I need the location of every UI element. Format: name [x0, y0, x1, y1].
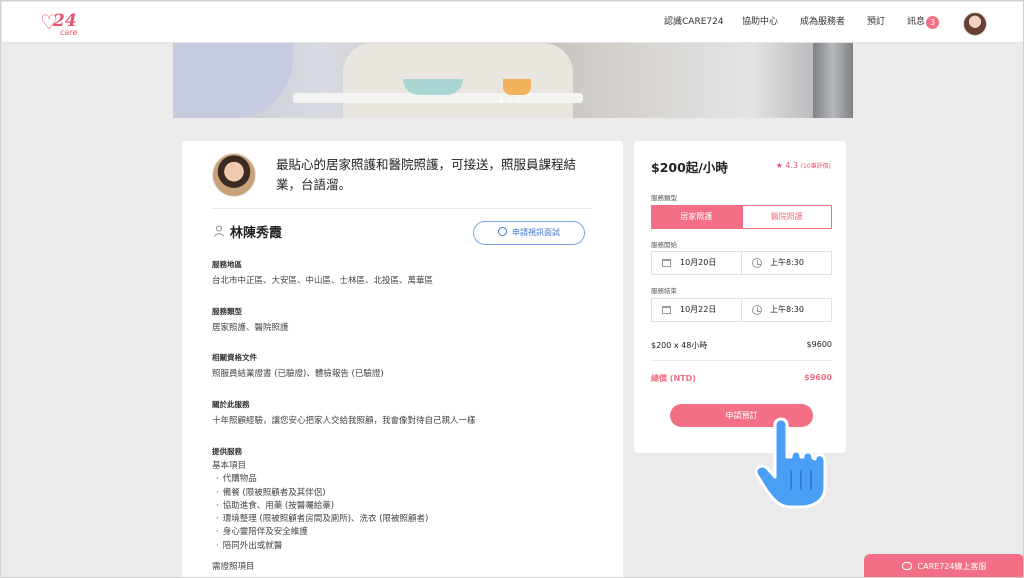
about-service-heading: 關於此服務 [212, 400, 250, 409]
user-avatar[interactable] [963, 12, 987, 36]
list-item: 環境整理 (限被照顧者房間及廁所)、洗衣 (限被照顧者) [212, 513, 429, 526]
list-item: 協助進食、用藥 (按醫囑給藥) [212, 500, 428, 513]
end-date-picker[interactable]: 10月22日 [652, 299, 741, 321]
clock-icon [752, 258, 762, 268]
service-type-heading: 服務類型 [212, 307, 242, 316]
booking-card: $200起/小時 ★ 4.3 (10筆評價) 服務類型 居家照護 醫院照護 服務… [634, 141, 846, 453]
hero-photo-curtain [813, 43, 853, 118]
video-interview-label: 申請視訊面試 [512, 228, 560, 237]
end-datetime: 10月22日 上午8:30 [651, 298, 832, 322]
hero-photo-caregiver [173, 43, 293, 118]
total-label: 總價 (NTD) [651, 374, 696, 383]
service-type-toggle: 居家照護 醫院照護 [651, 205, 832, 229]
video-interview-button[interactable]: 申請視訊面試 [473, 221, 585, 245]
person-icon [214, 225, 224, 237]
price-calc-value: $9600 [806, 340, 832, 349]
caregiver-profile-card: 最貼心的居家照護和醫院照護，可接送，照服員課程結業，台語溜。 林陳秀霞 申請視訊… [182, 141, 623, 577]
rating: ★ 4.3 (10筆評價) [776, 161, 831, 170]
end-time-picker[interactable]: 上午8:30 [741, 299, 831, 321]
chat-bubble-icon [901, 562, 912, 570]
calendar-icon [662, 259, 671, 267]
divider [212, 208, 592, 209]
carousel-dot[interactable] [508, 99, 512, 103]
start-datetime: 10月20日 上午8:30 [651, 251, 832, 275]
nav-messages[interactable]: 訊息 [907, 2, 925, 43]
hero-photo-bowl [403, 79, 463, 95]
online-support-chat-button[interactable]: CARE724線上客服 [864, 554, 1023, 577]
video-call-icon [498, 227, 507, 236]
home-care-option[interactable]: 居家照護 [651, 205, 742, 229]
hospital-care-option[interactable]: 醫院照護 [741, 205, 832, 229]
logo-subtext: care [60, 28, 78, 37]
hero-photo-cup [503, 79, 531, 95]
hero-carousel[interactable] [173, 43, 853, 118]
start-time-picker[interactable]: 上午8:30 [741, 252, 831, 274]
provided-services-list: 基本項目 代購物品 備餐 (限被照顧者及其伴侶) 協助進食、用藥 (按醫囑給藥)… [212, 460, 428, 574]
nav-help-center[interactable]: 協助中心 [742, 2, 778, 43]
end-date-value: 10月22日 [680, 305, 717, 314]
list-item: 身心靈陪伴及安全維護 [212, 526, 428, 539]
certified-items-title: 需證照項目 [212, 562, 255, 573]
chat-label: CARE724線上客服 [917, 562, 987, 571]
list-item: 陪同外出或就醫 [212, 540, 428, 553]
app-frame: ♡ 24 care 認識CARE724 協助中心 成為服務者 預訂 訊息 3 最… [0, 0, 1024, 578]
service-area-heading: 服務地區 [212, 260, 242, 269]
service-type-label: 服務類型 [651, 194, 677, 202]
end-time-value: 上午8:30 [770, 305, 804, 314]
top-nav-bar: ♡ 24 care 認識CARE724 協助中心 成為服務者 預訂 訊息 3 [2, 2, 1023, 43]
caregiver-avatar [212, 153, 256, 197]
list-item: 代購物品 [212, 473, 428, 486]
documents-text: 照服員結業證書 (已驗證)、體檢報告 (已驗證) [212, 369, 384, 379]
caregiver-name: 林陳秀霞 [230, 226, 283, 241]
start-label: 服務開始 [651, 241, 677, 249]
basic-items-title: 基本項目 [212, 461, 247, 471]
calendar-icon [662, 306, 671, 314]
end-label: 服務結束 [651, 287, 677, 295]
price-calc-label: $200 x 48小時 [651, 341, 708, 350]
provided-services-heading: 提供服務 [212, 447, 242, 456]
start-time-value: 上午8:30 [770, 258, 804, 267]
service-area-text: 台北市中正區、大安區、中山區、士林區、北投區、萬華區 [212, 276, 434, 286]
profile-headline: 最貼心的居家照護和醫院照護，可接送，照服員課程結業，台語溜。 [276, 157, 577, 192]
hand-pointer-icon [754, 417, 827, 509]
message-count-badge: 3 [926, 16, 939, 29]
start-date-value: 10月20日 [680, 258, 717, 267]
service-type-text: 居家照護、醫院照護 [212, 323, 289, 333]
nav-booking[interactable]: 預訂 [867, 2, 885, 43]
nav-about[interactable]: 認識CARE724 [664, 2, 724, 43]
review-count[interactable]: (10筆評價) [801, 163, 831, 170]
about-service-text: 十年照顧經驗，讓您安心把家人交給我照顧，我會像對待自己親人一樣 [212, 416, 476, 426]
divider [651, 360, 832, 361]
carousel-dot[interactable] [499, 99, 503, 103]
care724-logo[interactable]: ♡ 24 care [40, 10, 84, 38]
total-value: $9600 [804, 373, 832, 382]
rating-value: ★ 4.3 [775, 161, 799, 170]
start-date-picker[interactable]: 10月20日 [652, 252, 741, 274]
list-item: 備餐 (限被照顧者及其伴侶) [212, 487, 428, 500]
carousel-dot[interactable] [517, 99, 521, 103]
carousel-dots [499, 99, 529, 105]
documents-heading: 相關資格文件 [212, 353, 257, 362]
price-per-hour: $200起/小時 [651, 160, 728, 175]
clock-icon [752, 305, 762, 315]
nav-become-provider[interactable]: 成為服務者 [800, 2, 845, 43]
